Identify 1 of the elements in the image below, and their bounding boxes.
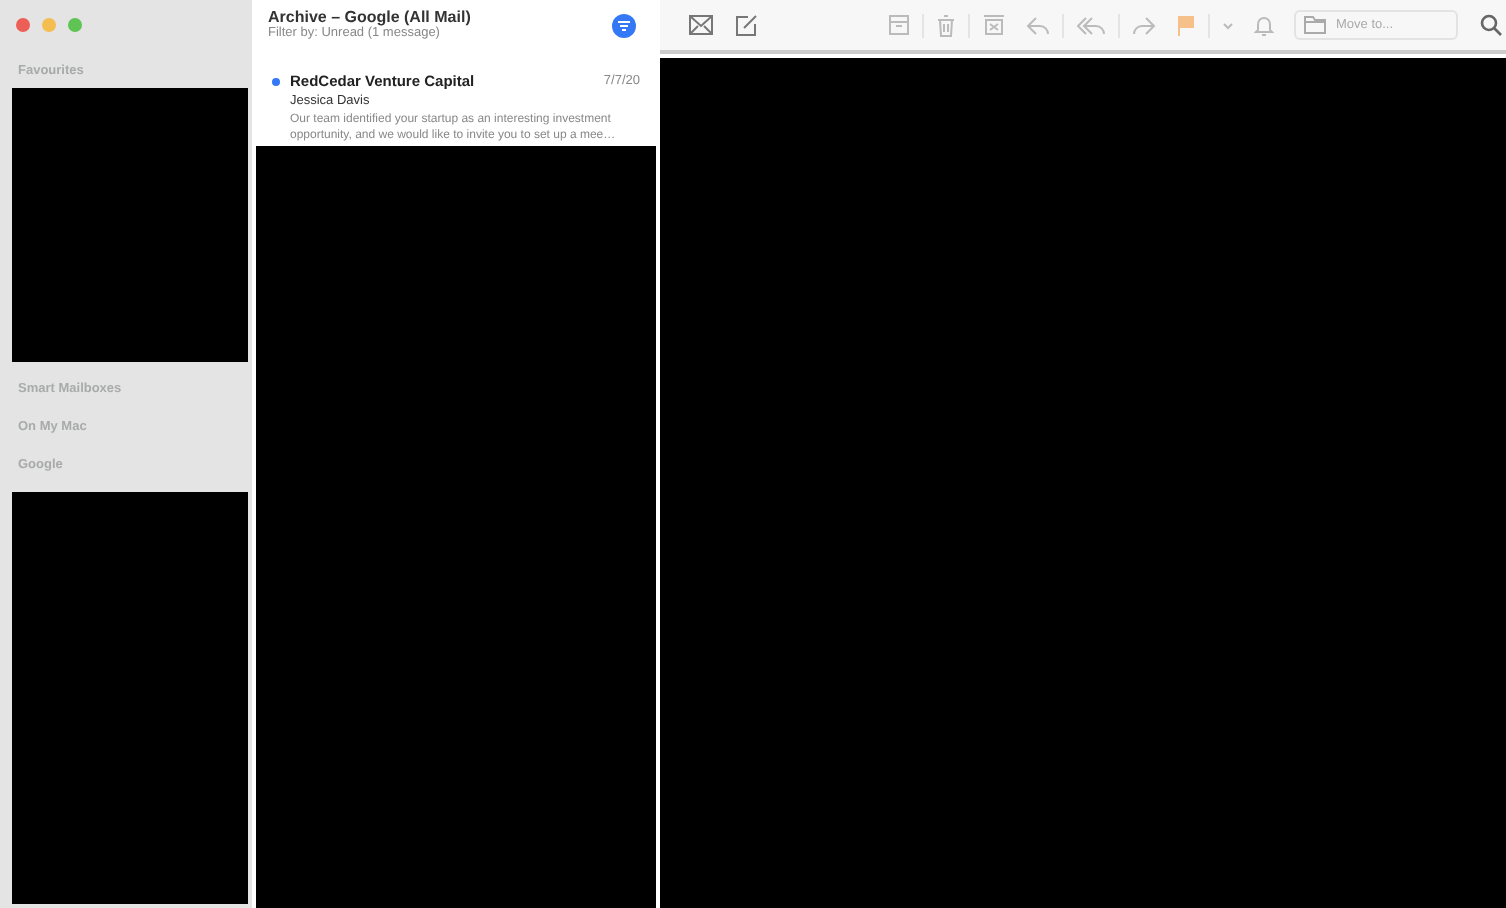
mailbox-title: Archive – Google (All Mail) xyxy=(268,8,471,26)
